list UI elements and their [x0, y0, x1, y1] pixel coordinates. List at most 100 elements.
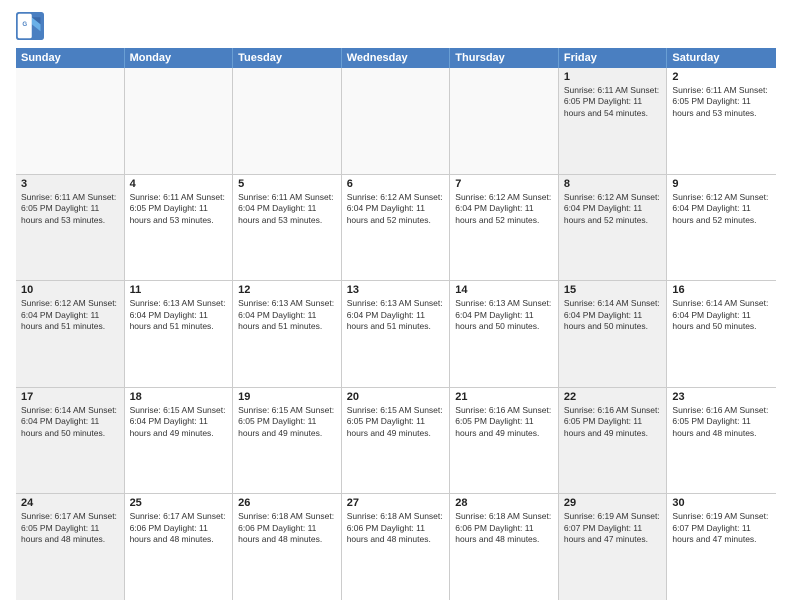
calendar-cell-w2-d3: 13 Sunrise: 6:13 AM Sunset: 6:04 PM Dayli…	[342, 281, 451, 387]
day-number: 27	[347, 497, 445, 509]
calendar-cell-w1-d3: 6 Sunrise: 6:12 AM Sunset: 6:04 PM Daylig…	[342, 175, 451, 281]
calendar-cell-w3-d5: 22 Sunrise: 6:16 AM Sunset: 6:05 PM Dayli…	[559, 388, 668, 494]
cell-text: Sunrise: 6:12 AM Sunset: 6:04 PM Dayligh…	[564, 192, 662, 226]
cell-text: Sunrise: 6:13 AM Sunset: 6:04 PM Dayligh…	[130, 298, 228, 332]
calendar-row-1: 3 Sunrise: 6:11 AM Sunset: 6:05 PM Daylig…	[16, 175, 776, 282]
cell-text: Sunrise: 6:18 AM Sunset: 6:06 PM Dayligh…	[347, 511, 445, 545]
day-number: 11	[130, 284, 228, 296]
header-day-monday: Monday	[125, 48, 234, 68]
cell-text: Sunrise: 6:18 AM Sunset: 6:06 PM Dayligh…	[238, 511, 336, 545]
calendar-cell-w4-d0: 24Sunrise: 6:17 AM Sunset: 6:05 PM Dayli…	[16, 494, 125, 600]
day-number: 30	[672, 497, 771, 509]
day-number: 1	[564, 71, 662, 83]
calendar-cell-w0-d6: 2Sunrise: 6:11 AM Sunset: 6:05 PM Daylig…	[667, 68, 776, 174]
day-number: 9	[672, 178, 771, 190]
calendar-cell-w3-d4: 21 Sunrise: 6:16 AM Sunset: 6:05 PM Dayli…	[450, 388, 559, 494]
calendar-cell-w0-d3	[342, 68, 451, 174]
logo-icon: G	[16, 12, 44, 40]
header-day-wednesday: Wednesday	[342, 48, 451, 68]
calendar-cell-w1-d4: 7Sunrise: 6:12 AM Sunset: 6:04 PM Daylig…	[450, 175, 559, 281]
cell-text: Sunrise: 6:17 AM Sunset: 6:06 PM Dayligh…	[130, 511, 228, 545]
cell-text: Sunrise: 6:12 AM Sunset: 6:04 PM Dayligh…	[21, 298, 119, 332]
page: G SundayMondayTuesdayWednesdayThursdayFr…	[0, 0, 792, 612]
svg-text:G: G	[22, 21, 27, 28]
day-number: 23	[672, 391, 771, 403]
day-number: 17	[21, 391, 119, 403]
calendar-body: 1 Sunrise: 6:11 AM Sunset: 6:05 PM Daylig…	[16, 68, 776, 600]
day-number: 3	[21, 178, 119, 190]
day-number: 5	[238, 178, 336, 190]
day-number: 28	[455, 497, 553, 509]
calendar-cell-w0-d1	[125, 68, 234, 174]
calendar-cell-w4-d5: 29 Sunrise: 6:19 AM Sunset: 6:07 PM Dayli…	[559, 494, 668, 600]
cell-text: Sunrise: 6:11 AM Sunset: 6:05 PM Dayligh…	[672, 85, 771, 119]
cell-text: Sunrise: 6:11 AM Sunset: 6:05 PM Dayligh…	[564, 85, 662, 119]
calendar-cell-w4-d1: 25 Sunrise: 6:17 AM Sunset: 6:06 PM Dayli…	[125, 494, 234, 600]
calendar-row-0: 1 Sunrise: 6:11 AM Sunset: 6:05 PM Daylig…	[16, 68, 776, 175]
cell-text: Sunrise: 6:13 AM Sunset: 6:04 PM Dayligh…	[238, 298, 336, 332]
day-number: 26	[238, 497, 336, 509]
day-number: 6	[347, 178, 445, 190]
cell-text: Sunrise: 6:12 AM Sunset: 6:04 PM Dayligh…	[455, 192, 553, 226]
calendar-cell-w2-d4: 14 Sunrise: 6:13 AM Sunset: 6:04 PM Dayli…	[450, 281, 559, 387]
day-number: 21	[455, 391, 553, 403]
cell-text: Sunrise: 6:13 AM Sunset: 6:04 PM Dayligh…	[455, 298, 553, 332]
cell-text: Sunrise: 6:12 AM Sunset: 6:04 PM Dayligh…	[347, 192, 445, 226]
calendar-cell-w1-d0: 3 Sunrise: 6:11 AM Sunset: 6:05 PM Daylig…	[16, 175, 125, 281]
cell-text: Sunrise: 6:11 AM Sunset: 6:04 PM Dayligh…	[238, 192, 336, 226]
cell-text: Sunrise: 6:15 AM Sunset: 6:05 PM Dayligh…	[238, 405, 336, 439]
cell-text: Sunrise: 6:11 AM Sunset: 6:05 PM Dayligh…	[21, 192, 119, 226]
calendar-cell-w0-d5: 1 Sunrise: 6:11 AM Sunset: 6:05 PM Daylig…	[559, 68, 668, 174]
cell-text: Sunrise: 6:14 AM Sunset: 6:04 PM Dayligh…	[21, 405, 119, 439]
cell-text: Sunrise: 6:16 AM Sunset: 6:05 PM Dayligh…	[564, 405, 662, 439]
day-number: 20	[347, 391, 445, 403]
day-number: 14	[455, 284, 553, 296]
calendar-header: SundayMondayTuesdayWednesdayThursdayFrid…	[16, 48, 776, 68]
header-day-saturday: Saturday	[667, 48, 776, 68]
day-number: 19	[238, 391, 336, 403]
logo: G	[16, 12, 48, 40]
cell-text: Sunrise: 6:14 AM Sunset: 6:04 PM Dayligh…	[564, 298, 662, 332]
calendar: SundayMondayTuesdayWednesdayThursdayFrid…	[16, 48, 776, 600]
calendar-row-3: 17 Sunrise: 6:14 AM Sunset: 6:04 PM Dayli…	[16, 388, 776, 495]
cell-text: Sunrise: 6:13 AM Sunset: 6:04 PM Dayligh…	[347, 298, 445, 332]
day-number: 13	[347, 284, 445, 296]
cell-text: Sunrise: 6:19 AM Sunset: 6:07 PM Dayligh…	[564, 511, 662, 545]
calendar-cell-w1-d6: 9 Sunrise: 6:12 AM Sunset: 6:04 PM Daylig…	[667, 175, 776, 281]
calendar-cell-w3-d3: 20Sunrise: 6:15 AM Sunset: 6:05 PM Dayli…	[342, 388, 451, 494]
day-number: 4	[130, 178, 228, 190]
calendar-cell-w1-d1: 4Sunrise: 6:11 AM Sunset: 6:05 PM Daylig…	[125, 175, 234, 281]
calendar-cell-w2-d0: 10 Sunrise: 6:12 AM Sunset: 6:04 PM Dayli…	[16, 281, 125, 387]
day-number: 25	[130, 497, 228, 509]
calendar-cell-w4-d6: 30 Sunrise: 6:19 AM Sunset: 6:07 PM Dayli…	[667, 494, 776, 600]
calendar-cell-w2-d2: 12 Sunrise: 6:13 AM Sunset: 6:04 PM Dayli…	[233, 281, 342, 387]
calendar-cell-w2-d6: 16Sunrise: 6:14 AM Sunset: 6:04 PM Dayli…	[667, 281, 776, 387]
day-number: 22	[564, 391, 662, 403]
calendar-cell-w4-d4: 28 Sunrise: 6:18 AM Sunset: 6:06 PM Dayli…	[450, 494, 559, 600]
day-number: 24	[21, 497, 119, 509]
day-number: 18	[130, 391, 228, 403]
calendar-cell-w3-d2: 19 Sunrise: 6:15 AM Sunset: 6:05 PM Dayli…	[233, 388, 342, 494]
calendar-cell-w4-d2: 26 Sunrise: 6:18 AM Sunset: 6:06 PM Dayli…	[233, 494, 342, 600]
header-day-sunday: Sunday	[16, 48, 125, 68]
day-number: 15	[564, 284, 662, 296]
header: G	[16, 12, 776, 40]
cell-text: Sunrise: 6:16 AM Sunset: 6:05 PM Dayligh…	[455, 405, 553, 439]
day-number: 29	[564, 497, 662, 509]
cell-text: Sunrise: 6:12 AM Sunset: 6:04 PM Dayligh…	[672, 192, 771, 226]
calendar-row-4: 24Sunrise: 6:17 AM Sunset: 6:05 PM Dayli…	[16, 494, 776, 600]
calendar-cell-w1-d2: 5 Sunrise: 6:11 AM Sunset: 6:04 PM Daylig…	[233, 175, 342, 281]
day-number: 10	[21, 284, 119, 296]
calendar-cell-w0-d0	[16, 68, 125, 174]
cell-text: Sunrise: 6:19 AM Sunset: 6:07 PM Dayligh…	[672, 511, 771, 545]
calendar-cell-w3-d0: 17 Sunrise: 6:14 AM Sunset: 6:04 PM Dayli…	[16, 388, 125, 494]
calendar-row-2: 10 Sunrise: 6:12 AM Sunset: 6:04 PM Dayli…	[16, 281, 776, 388]
cell-text: Sunrise: 6:14 AM Sunset: 6:04 PM Dayligh…	[672, 298, 771, 332]
calendar-cell-w2-d1: 11 Sunrise: 6:13 AM Sunset: 6:04 PM Dayli…	[125, 281, 234, 387]
calendar-cell-w4-d3: 27 Sunrise: 6:18 AM Sunset: 6:06 PM Dayli…	[342, 494, 451, 600]
cell-text: Sunrise: 6:15 AM Sunset: 6:04 PM Dayligh…	[130, 405, 228, 439]
calendar-cell-w1-d5: 8Sunrise: 6:12 AM Sunset: 6:04 PM Daylig…	[559, 175, 668, 281]
cell-text: Sunrise: 6:18 AM Sunset: 6:06 PM Dayligh…	[455, 511, 553, 545]
cell-text: Sunrise: 6:16 AM Sunset: 6:05 PM Dayligh…	[672, 405, 771, 439]
day-number: 12	[238, 284, 336, 296]
